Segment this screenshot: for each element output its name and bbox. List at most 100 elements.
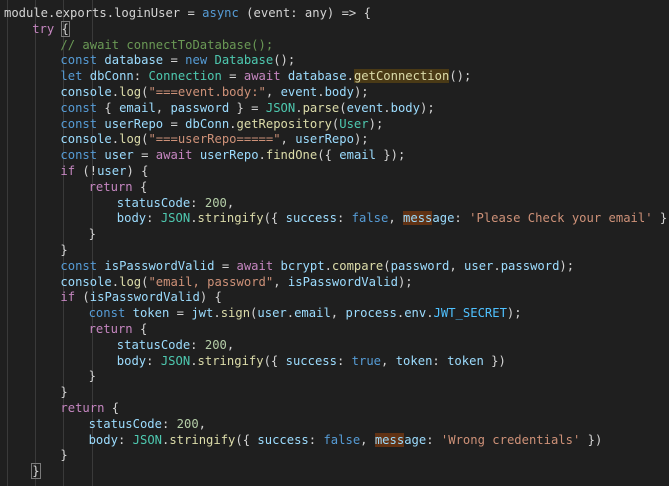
code-line[interactable]: return { (89, 322, 148, 338)
code-line[interactable]: } (31, 463, 41, 480)
code-line[interactable]: body: JSON.stringify({ success: false, m… (117, 211, 669, 227)
code-line[interactable]: statusCode: 200, (89, 417, 206, 433)
code-token: , (388, 211, 404, 226)
code-token: compare (331, 258, 384, 273)
code-line[interactable]: } (60, 243, 67, 259)
code-line[interactable]: statusCode: 200, (117, 338, 234, 354)
code-token: dbConn (185, 116, 230, 131)
code-token: ); (506, 306, 522, 321)
code-token: success (285, 353, 337, 368)
code-token: new (185, 53, 208, 68)
code-token: userRepo (199, 148, 259, 163)
code-token: false (323, 432, 361, 447)
code-token: age (432, 211, 455, 226)
code-line[interactable]: if (!user) { (60, 164, 148, 180)
code-token: if (60, 290, 76, 305)
code-line[interactable]: const user = await userRepo.findOne({ em… (60, 148, 405, 164)
code-token: { (132, 179, 148, 194)
indent-guide (7, 0, 8, 486)
code-token: (); (449, 69, 472, 84)
code-token: return (88, 179, 133, 194)
code-line[interactable]: const isPasswordValid = await bcrypt.com… (60, 259, 574, 275)
code-token: sign (220, 306, 251, 321)
code-line[interactable]: console.log("===event.body:", event.body… (60, 85, 368, 101)
code-token: . (213, 306, 221, 321)
code-token: : (290, 6, 305, 20)
code-line[interactable]: const { email, password } = JSON.parse(e… (60, 101, 434, 117)
code-token: false (351, 211, 389, 226)
code-token: password (500, 258, 560, 273)
code-token: token (447, 353, 484, 368)
code-line[interactable]: } (60, 385, 67, 401)
code-token: } (60, 243, 68, 257)
code-token: getConnection (353, 69, 450, 84)
code-token: } (31, 463, 41, 480)
code-token: console (60, 274, 112, 289)
code-token: ({ (263, 353, 286, 368)
code-line[interactable]: const token = jwt.sign(user.email, proce… (89, 306, 522, 322)
code-token: try (32, 21, 55, 36)
code-token: await (243, 69, 281, 84)
code-token: jwt (191, 306, 214, 321)
code-token: body (88, 432, 118, 447)
code-token: = (214, 258, 237, 273)
code-token: : (190, 195, 205, 210)
code-token: . (324, 258, 332, 273)
code-token: ({ (263, 211, 286, 226)
code-editor[interactable]: module.exports.loginUser = async (event:… (0, 0, 669, 486)
code-token: mess (403, 211, 433, 226)
code-token: const (60, 53, 98, 68)
code-token: }) (659, 211, 669, 226)
code-line[interactable]: try { (32, 20, 70, 38)
code-token: }) (580, 432, 603, 447)
code-line[interactable]: statusCode: 200, (117, 196, 234, 212)
code-line[interactable]: const database = new Database(); (60, 53, 295, 69)
code-line[interactable]: body: JSON.stringify({ success: true, to… (117, 354, 506, 370)
code-line[interactable]: return { (89, 180, 148, 196)
code-token: : (454, 211, 470, 226)
code-line[interactable]: console.log("===userRepo=====", userRepo… (60, 132, 368, 148)
code-line[interactable]: } (89, 227, 96, 243)
code-line[interactable]: module.exports.loginUser = async (event:… (4, 6, 371, 22)
code-token: , (155, 100, 171, 115)
code-line[interactable]: const userRepo = dbConn.getRepository(Us… (60, 117, 383, 133)
code-token: = (163, 53, 186, 68)
code-token: ) { (126, 164, 149, 178)
code-line[interactable]: if (isPasswordValid) { (60, 290, 221, 306)
code-line[interactable]: // await connectToDatabase(); (60, 38, 273, 54)
code-token: ); (353, 132, 369, 147)
code-line[interactable]: return { (60, 401, 119, 417)
code-token: success (257, 432, 309, 447)
code-token: const (88, 306, 126, 321)
code-token: . (111, 85, 120, 99)
code-line[interactable]: let dbConn: Connection = await database.… (60, 69, 471, 85)
code-token: ( (238, 6, 254, 20)
code-token: Database (214, 53, 274, 68)
code-token: body (116, 353, 147, 368)
code-token: 200 (176, 416, 199, 431)
code-token: async (202, 6, 239, 20)
code-token: email (294, 306, 331, 321)
code-token: stringify (197, 211, 264, 226)
code-token: token (132, 306, 170, 321)
code-token: userRepo (104, 116, 164, 131)
code-token: Connection (148, 69, 222, 84)
code-token: ); (368, 116, 384, 131)
indent-guide (35, 0, 37, 486)
code-token: , (265, 85, 281, 99)
code-token: . (111, 274, 120, 289)
code-token: token (395, 353, 433, 368)
code-line[interactable]: } (89, 369, 96, 385)
code-token: 200 (204, 195, 227, 210)
code-token: event (346, 100, 384, 115)
code-line[interactable]: } (60, 448, 67, 464)
code-line[interactable]: body: JSON.stringify({ success: false, m… (88, 432, 603, 449)
code-line[interactable]: console.log("email, password", isPasswor… (60, 275, 412, 291)
code-token: findOne (265, 148, 318, 163)
code-token: } (88, 369, 96, 384)
code-token: : (117, 432, 133, 447)
code-token: , (273, 274, 288, 289)
